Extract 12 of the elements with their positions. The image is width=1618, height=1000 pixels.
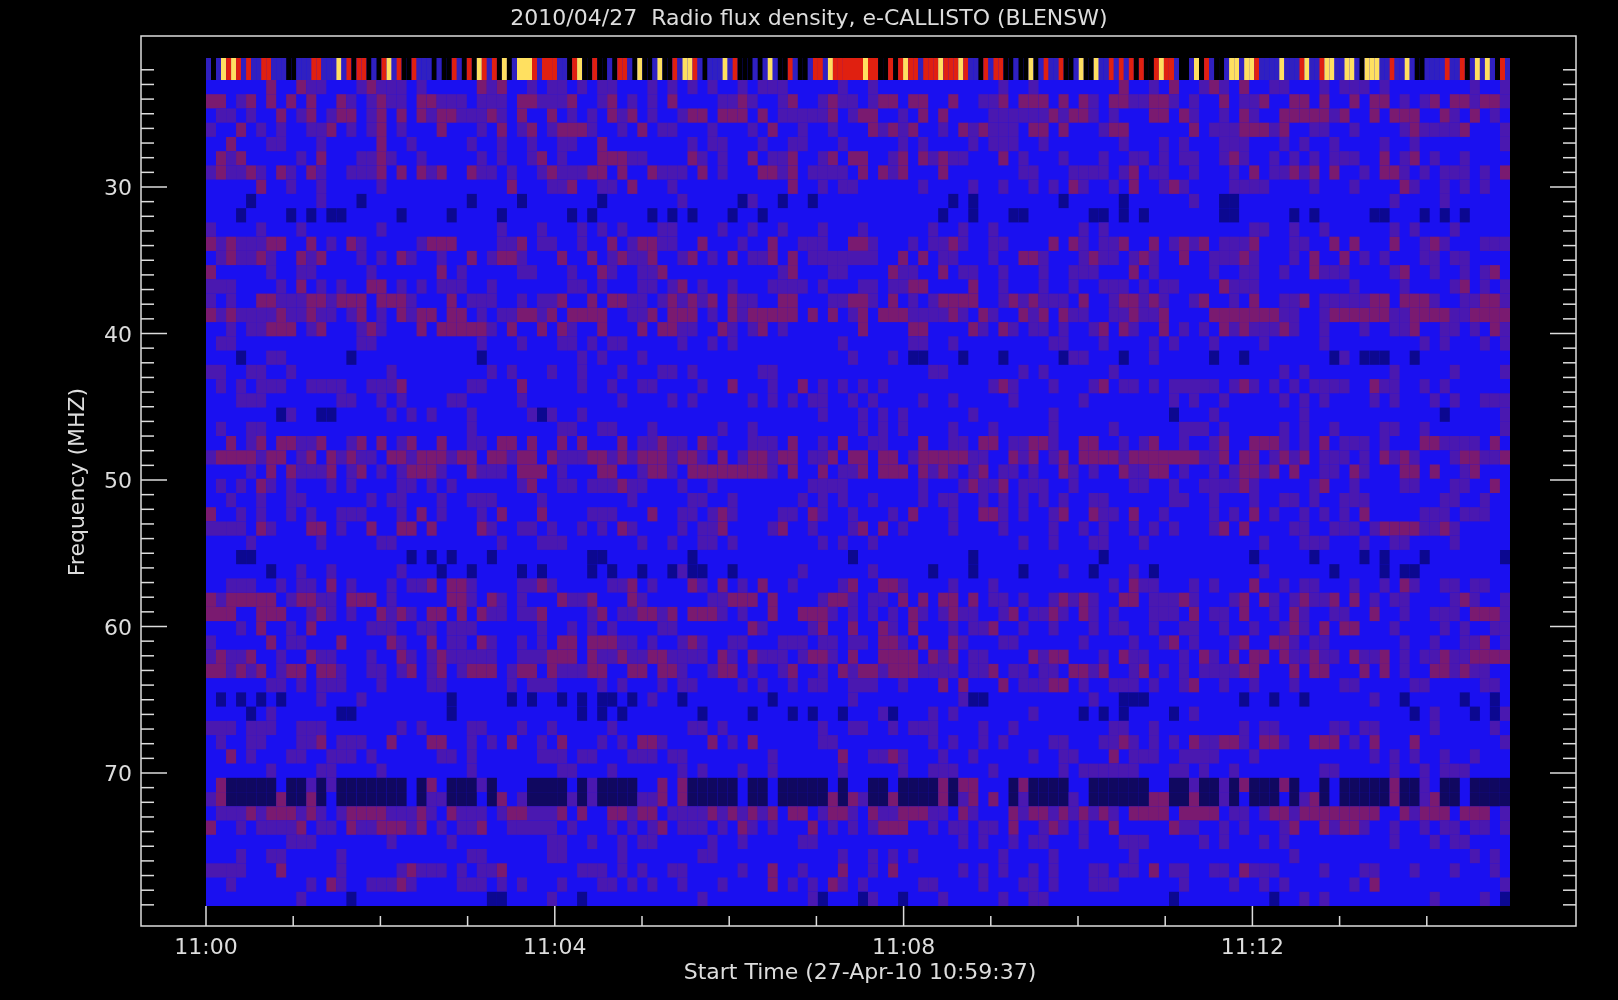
- y-tick-label: 30: [104, 175, 132, 200]
- y-tick-label: 70: [104, 761, 132, 786]
- y-tick-label: 50: [104, 468, 132, 493]
- chart-title: 2010/04/27 Radio flux density, e-CALLISTO (BLENSW): [510, 5, 1108, 30]
- y-tick-label: 60: [104, 614, 132, 640]
- y-axis-label: Frequency (MHZ): [64, 387, 89, 577]
- x-tick-label: 11:04: [523, 934, 587, 959]
- x-tick-label: 11:00: [174, 934, 238, 959]
- x-axis-label: Start Time (27-Apr-10 10:59:37): [683, 959, 1037, 984]
- y-tick-label: 40: [104, 321, 132, 347]
- x-tick-label: 11:12: [1220, 934, 1285, 959]
- x-tick-label: 11:08: [871, 934, 936, 959]
